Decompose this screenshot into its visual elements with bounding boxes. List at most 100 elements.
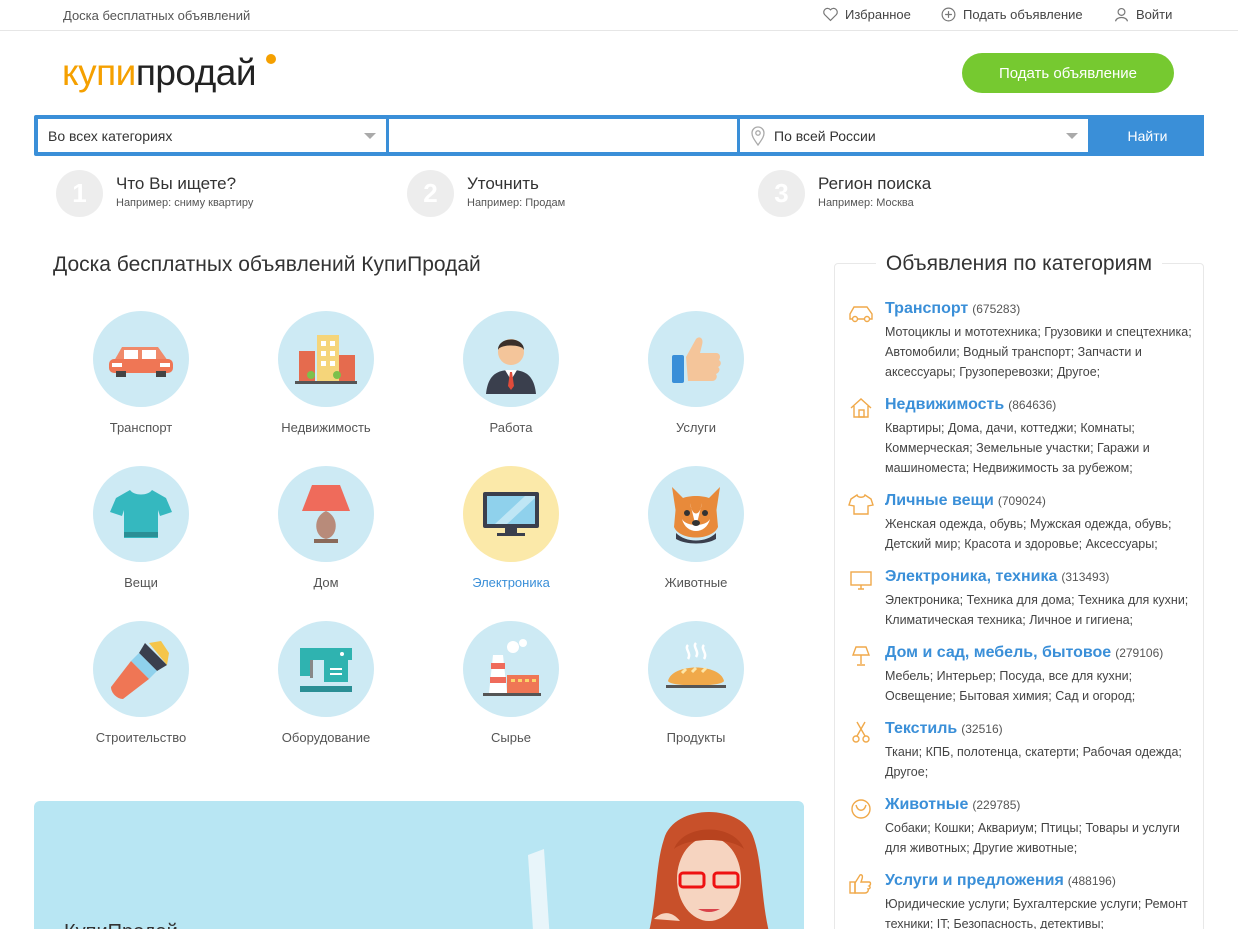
sidebar-item-link[interactable]: Дом и сад, мебель, бытовое — [885, 644, 1111, 661]
post-ad-link[interactable]: Подать объявление — [940, 6, 1083, 23]
category-label: Недвижимость — [281, 420, 371, 435]
search-button[interactable]: Найти — [1091, 115, 1204, 156]
category-transport[interactable]: Транспорт — [66, 311, 216, 435]
lamp-icon — [278, 466, 374, 562]
promo-text: КупиПродай — [64, 921, 178, 929]
sidebar-item-subcategories[interactable]: Электроника; Техника для дома; Техника д… — [885, 590, 1197, 630]
step-title: Уточнить — [467, 174, 539, 193]
plus-circle-icon — [941, 7, 956, 22]
paint-brush-icon — [93, 621, 189, 717]
sidebar-item-count: (32516) — [961, 722, 1003, 736]
category-equipment[interactable]: Оборудование — [251, 621, 401, 745]
machine-icon — [278, 621, 374, 717]
sidebar-item-link[interactable]: Текстиль — [885, 720, 957, 737]
login-link[interactable]: Войти — [1113, 6, 1172, 23]
login-label: Войти — [1136, 7, 1173, 22]
house-outline-icon — [850, 398, 872, 418]
businessman-icon — [463, 311, 559, 407]
category-realty[interactable]: Недвижимость — [251, 311, 401, 435]
search-bar: Во всех категориях По всей России Найти — [34, 115, 1204, 156]
location-pin-icon — [751, 126, 765, 146]
sidebar-item-link[interactable]: Транспорт — [885, 300, 968, 317]
factory-icon — [463, 621, 559, 717]
sidebar-item-subcategories[interactable]: Собаки; Кошки; Аквариум; Птицы; Товары и… — [885, 818, 1197, 858]
top-bar: Доска бесплатных объявлений Избранное По… — [0, 0, 1238, 31]
sidebar-item-subcategories[interactable]: Юридические услуги; Бухгалтерские услуги… — [885, 894, 1197, 929]
sidebar-item-link[interactable]: Личные вещи — [885, 492, 994, 509]
categories-panel-title: Объявления по категориям — [835, 252, 1203, 276]
category-services[interactable]: Услуги — [621, 311, 771, 435]
step-number: 3 — [758, 170, 805, 217]
category-label: Дом — [313, 575, 339, 590]
chevron-down-icon — [364, 133, 376, 139]
bread-icon — [648, 621, 744, 717]
category-electronics[interactable]: Электроника — [436, 466, 586, 590]
site-title: Доска бесплатных объявлений — [63, 8, 251, 23]
sidebar-item-count: (864636) — [1008, 398, 1057, 412]
sidebar-item-subcategories[interactable]: Мебель; Интерьер; Посуда, все для кухни;… — [885, 666, 1197, 706]
favorites-link[interactable]: Избранное — [822, 6, 911, 23]
heart-icon — [823, 7, 838, 22]
category-raw-materials[interactable]: Сырье — [436, 621, 586, 745]
category-label: Оборудование — [281, 730, 371, 745]
sidebar-item-link[interactable]: Животные — [885, 796, 968, 813]
buildings-icon — [278, 311, 374, 407]
sidebar-item-count: (313493) — [1061, 570, 1110, 584]
category-home[interactable]: Дом — [251, 466, 401, 590]
category-construction[interactable]: Строительство — [66, 621, 216, 745]
category-work[interactable]: Работа — [436, 311, 586, 435]
sidebar-item-subcategories[interactable]: Женская одежда, обувь; Мужская одежда, о… — [885, 514, 1197, 554]
car-icon — [93, 311, 189, 407]
sidebar-item-subcategories[interactable]: Ткани; КПБ, полотенца, скатерти; Рабочая… — [885, 742, 1197, 782]
sidebar-item-link[interactable]: Недвижимость — [885, 396, 1004, 413]
sidebar-item-count: (675283) — [972, 302, 1021, 316]
category-label: Транспорт — [109, 420, 173, 435]
user-icon — [1114, 7, 1129, 22]
category-label: Электроника — [472, 575, 550, 590]
category-animals[interactable]: Животные — [621, 466, 771, 590]
chevron-down-icon — [1066, 133, 1078, 139]
category-food[interactable]: Продукты — [621, 621, 771, 745]
category-label: Строительство — [95, 730, 187, 745]
woman-photo — [649, 812, 769, 929]
sidebar-item-subcategories[interactable]: Мотоциклы и мототехника; Грузовики и спе… — [885, 322, 1197, 382]
promo-banner[interactable]: КупиПродай — [34, 801, 804, 929]
step-hint: Например: сниму квартиру — [116, 197, 254, 209]
logo-part-kupi: купи — [62, 52, 136, 93]
region-select-value: По всей России — [774, 127, 876, 144]
pet-outline-icon — [851, 799, 871, 819]
scissors-outline-icon — [852, 721, 870, 743]
post-ad-button[interactable]: Подать объявление — [962, 53, 1174, 93]
step-hint: Например: Продам — [467, 197, 566, 209]
post-ad-label: Подать объявление — [963, 7, 1083, 22]
logo[interactable]: купипродай — [62, 52, 276, 94]
category-label: Работа — [489, 420, 533, 435]
category-label: Услуги — [676, 420, 716, 435]
page-title: Доска бесплатных объявлений КупиПродай — [53, 253, 481, 276]
thumbs-up-outline-icon — [849, 874, 872, 894]
search-input[interactable] — [389, 119, 737, 152]
car-outline-icon — [849, 306, 873, 323]
tshirt-outline-icon — [848, 493, 874, 515]
lamp-outline-icon — [851, 646, 871, 666]
sidebar-item-subcategories[interactable]: Квартиры; Дома, дачи, коттеджи; Комнаты;… — [885, 418, 1197, 478]
category-label: Сырье — [491, 730, 531, 745]
sidebar-item-count: (709024) — [997, 494, 1046, 508]
region-select[interactable]: По всей России — [740, 119, 1088, 152]
dog-icon — [648, 466, 744, 562]
tshirt-icon — [93, 466, 189, 562]
sidebar-item-link[interactable]: Услуги и предложения — [885, 872, 1064, 889]
favorites-label: Избранное — [845, 7, 911, 22]
logo-part-prodai: продай — [135, 52, 257, 93]
category-label: Продукты — [666, 730, 726, 745]
sidebar-item-count: (279106) — [1115, 646, 1164, 660]
category-select[interactable]: Во всех категориях — [38, 119, 386, 152]
sidebar-item-link[interactable]: Электроника, техника — [885, 568, 1057, 585]
step-title: Регион поиска — [818, 174, 932, 193]
logo-dot — [266, 54, 276, 64]
category-select-value: Во всех категориях — [48, 127, 173, 144]
category-things[interactable]: Вещи — [66, 466, 216, 590]
categories-panel: Объявления по категориям Транспорт (67528… — [834, 252, 1204, 929]
category-label: Животные — [664, 575, 728, 590]
category-label: Вещи — [124, 575, 158, 590]
